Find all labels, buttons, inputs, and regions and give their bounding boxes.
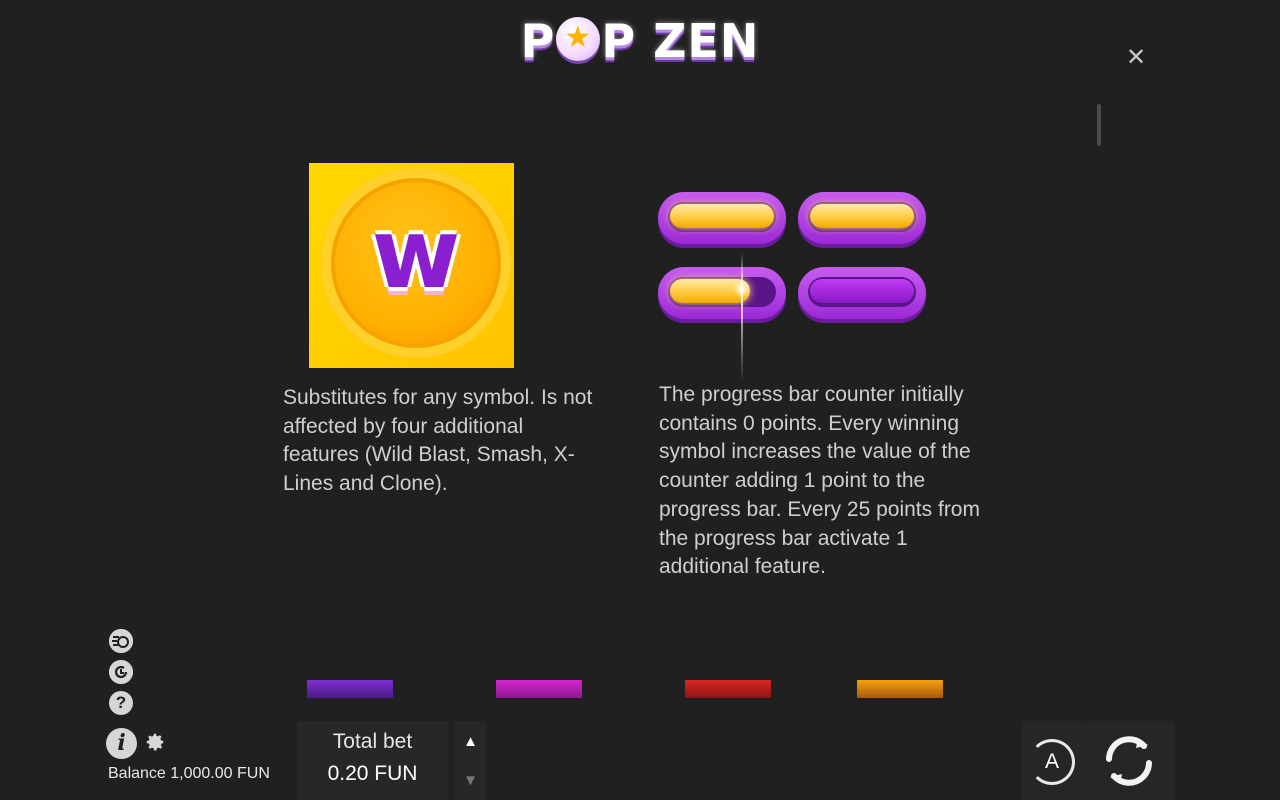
progress-segment bbox=[658, 192, 786, 244]
balance-display: Balance 1,000.00 FUN bbox=[108, 765, 270, 782]
spin-button[interactable] bbox=[1097, 729, 1161, 793]
logo-letter-p1: P bbox=[520, 14, 556, 68]
total-bet-value: 0.20 FUN bbox=[327, 762, 418, 785]
progress-description: The progress bar counter initially conta… bbox=[659, 383, 980, 579]
progress-segment bbox=[798, 267, 926, 319]
progress-segment bbox=[798, 192, 926, 244]
symbol-preview-red bbox=[685, 680, 771, 698]
star-icon bbox=[556, 17, 601, 61]
history-icon-graphic bbox=[109, 660, 133, 684]
spin-panel bbox=[1083, 721, 1175, 800]
bet-decrease-button[interactable]: ▼ bbox=[455, 762, 486, 800]
autoplay-icon: A bbox=[1044, 750, 1059, 773]
bet-increase-button[interactable]: ▲ bbox=[455, 723, 486, 761]
turbo-icon-graphic bbox=[109, 629, 133, 653]
info-icon: i bbox=[117, 730, 126, 756]
help-icon: ? bbox=[115, 693, 127, 712]
progress-segment-fill bbox=[670, 204, 774, 228]
bet-stepper: ▲ ▼ bbox=[455, 721, 486, 800]
wild-symbol-icon: w bbox=[371, 198, 461, 310]
info-button[interactable]: i bbox=[106, 728, 137, 759]
sparkle-line bbox=[741, 252, 743, 382]
help-button[interactable]: ? bbox=[109, 691, 133, 715]
game-logo: PP ZEN bbox=[0, 14, 1280, 68]
wild-symbol-tile: w bbox=[309, 163, 514, 368]
logo-word-zen: ZEN bbox=[653, 14, 760, 68]
sparkle-icon bbox=[733, 280, 751, 298]
symbol-preview-orange bbox=[857, 680, 943, 698]
total-bet-label: Total bet bbox=[332, 730, 413, 753]
settings-button[interactable] bbox=[143, 731, 167, 755]
turbo-icon[interactable] bbox=[109, 629, 133, 653]
progress-segment-fill bbox=[810, 204, 914, 228]
close-icon: ✕ bbox=[1125, 44, 1147, 71]
history-icon[interactable] bbox=[109, 660, 133, 684]
progress-segment bbox=[658, 267, 786, 319]
close-button[interactable]: ✕ bbox=[1122, 44, 1150, 72]
total-bet-panel: Total bet 0.20 FUN bbox=[297, 721, 448, 800]
autoplay-panel: A bbox=[1021, 721, 1082, 800]
progress-segment-empty bbox=[810, 279, 914, 303]
gear-icon bbox=[146, 733, 164, 751]
wild-description: Substitutes for any symbol. Is not affec… bbox=[283, 386, 593, 496]
logo-letter-p2: P bbox=[601, 14, 637, 68]
scrollbar[interactable] bbox=[1097, 104, 1101, 146]
symbol-preview-purple bbox=[307, 680, 393, 698]
wild-coin: w bbox=[321, 168, 511, 358]
symbol-preview-magenta bbox=[496, 680, 582, 698]
autoplay-button[interactable]: A bbox=[1029, 739, 1075, 785]
